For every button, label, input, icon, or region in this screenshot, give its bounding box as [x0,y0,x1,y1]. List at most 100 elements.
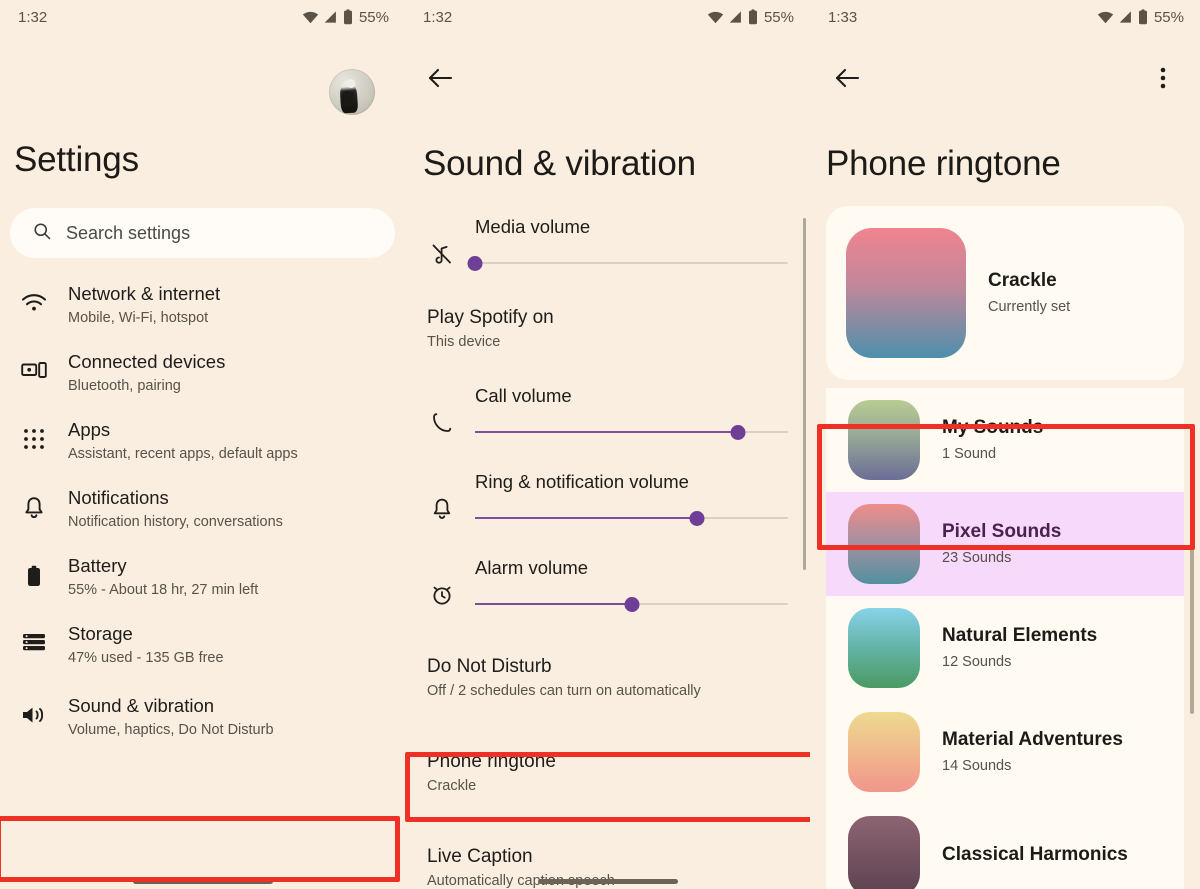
ringtone-category-list: My Sounds 1 Sound Pixel Sounds 23 Sounds… [826,388,1184,889]
my-sounds-category-row[interactable]: My Sounds 1 Sound [826,388,1184,492]
sidebar-item-sound-and-vibration[interactable]: Sound & vibration Volume, haptics, Do No… [0,682,405,750]
speaker-icon [20,691,48,726]
media-volume-slider[interactable] [467,250,788,276]
status-bar-mid: 1:32 55% [405,0,810,34]
pixel-sounds-category-row[interactable]: Pixel Sounds 23 Sounds [826,492,1184,596]
mid-scrollbar[interactable] [803,218,806,570]
category-thumbnail [848,712,920,792]
battery-status-icon [1138,9,1148,25]
avatar[interactable] [329,69,375,115]
sidebar-item-title: Sound & vibration [68,695,215,716]
media-muted-icon [427,214,457,266]
connected-devices-icon [20,347,48,380]
mid-topbar [405,52,810,104]
slider-label: Alarm volume [475,557,589,578]
more-vert-icon[interactable] [1146,61,1180,95]
page-title: Settings [14,140,139,179]
alarm-volume-slider[interactable] [475,591,788,617]
wifi-status-icon [707,10,724,24]
battery-percent: 55% [358,8,389,26]
category-name: Classical Harmonics [942,843,1128,865]
status-time: 1:32 [18,8,48,26]
sidebar-item-title: Battery [68,555,127,576]
category-thumbnail [848,400,920,480]
category-count: 1 Sound [942,446,997,462]
apps-grid-icon [20,415,48,450]
alarm-volume-row[interactable]: Alarm volume [405,555,810,617]
search-input[interactable]: Search settings [10,208,395,258]
gesture-nav-pill [537,879,678,884]
sidebar-item-title: Network & internet [68,283,221,304]
media-volume-row[interactable]: Media volume [405,214,810,276]
bell-icon [20,483,48,520]
sidebar-item-network[interactable]: Network & internet Mobile, Wi-Fi, hotspo… [0,270,405,338]
call-volume-slider[interactable] [475,419,788,445]
slider-thumb[interactable] [730,425,746,440]
ring-notification-volume-slider[interactable] [475,505,788,531]
alarm-icon [427,555,457,607]
cellular-signal-icon [324,10,338,24]
sidebar-item-connected-devices[interactable]: Connected devices Bluetooth, pairing [0,338,405,406]
sidebar-item-apps[interactable]: Apps Assistant, recent apps, default app… [0,406,405,474]
storage-icon [20,619,48,652]
slider-thumb[interactable] [624,597,639,612]
wifi-icon [20,279,48,312]
sidebar-item-subtitle: Assistant, recent apps, default apps [68,446,298,462]
category-count: 12 Sounds [942,654,1012,670]
natural-elements-category-row[interactable]: Natural Elements 12 Sounds [826,596,1184,700]
sidebar-item-subtitle: Volume, haptics, Do Not Disturb [68,722,274,738]
gesture-nav-pill [132,879,273,884]
call-icon [427,383,457,435]
highlight-sound-and-vibration [0,816,400,882]
status-bar-left: 1:32 55% [0,0,405,34]
sidebar-item-storage[interactable]: Storage 47% used - 135 GB free [0,610,405,678]
call-volume-row[interactable]: Call volume [405,383,810,445]
slider-label: Media volume [475,216,591,237]
ringtone-list-scrollbar[interactable] [1190,452,1194,714]
ring-notification-volume-row[interactable]: Ring & notification volume [405,469,810,531]
battery-icon [20,551,48,588]
slider-fill [475,431,738,433]
battery-percent: 55% [1153,8,1184,26]
current-ringtone-name: Crackle [988,270,1057,291]
page-title: Phone ringtone [826,144,1061,183]
current-ringtone-card[interactable]: Crackle Currently set [826,206,1184,380]
category-thumbnail [848,816,920,889]
row-subtitle: This device [427,334,501,350]
category-name: My Sounds [942,417,1044,438]
slider-thumb[interactable] [689,511,705,526]
ringtone-thumbnail [846,228,966,358]
wifi-status-icon [302,10,319,24]
sound-and-vibration-screen: 1:32 55% Sound & vibration Media volume … [405,0,810,889]
sidebar-item-subtitle: Notification history, conversations [68,514,283,530]
sidebar-item-notifications[interactable]: Notifications Notification history, conv… [0,474,405,542]
cellular-signal-icon [1119,10,1133,24]
material-adventures-category-row[interactable]: Material Adventures 14 Sounds [826,700,1184,804]
sidebar-item-title: Connected devices [68,351,226,372]
back-arrow-icon[interactable] [830,61,864,95]
search-icon [32,221,52,246]
current-ringtone-status: Currently set [988,299,1071,315]
back-arrow-icon[interactable] [423,61,457,95]
sidebar-item-battery[interactable]: Battery 55% - About 18 hr, 27 min left [0,542,405,610]
category-name: Material Adventures [942,729,1123,750]
phone-ringtone-row[interactable]: Phone ringtone Crackle [405,738,810,807]
cellular-signal-icon [729,10,743,24]
category-thumbnail [848,608,920,688]
play-spotify-on-row[interactable]: Play Spotify on This device [405,294,810,363]
slider-label: Call volume [475,385,572,406]
slider-fill [475,603,632,605]
slider-thumb[interactable] [467,256,483,271]
classical-harmonics-category-row[interactable]: Classical Harmonics [826,804,1184,889]
row-title: Play Spotify on [427,307,554,328]
category-thumbnail [848,504,920,584]
status-bar-right: 1:33 55% [810,0,1200,34]
slider-track [475,262,788,264]
battery-status-icon [343,9,353,25]
sidebar-item-subtitle: 47% used - 135 GB free [68,650,224,666]
do-not-disturb-row[interactable]: Do Not Disturb Off / 2 schedules can tur… [405,643,810,712]
settings-screen: 1:32 55% Settings Search settings Networ… [0,0,405,889]
battery-status-icon [748,9,758,25]
category-name: Natural Elements [942,625,1098,646]
three-panel-screenshot: 1:32 55% Settings Search settings Networ… [0,0,1200,889]
